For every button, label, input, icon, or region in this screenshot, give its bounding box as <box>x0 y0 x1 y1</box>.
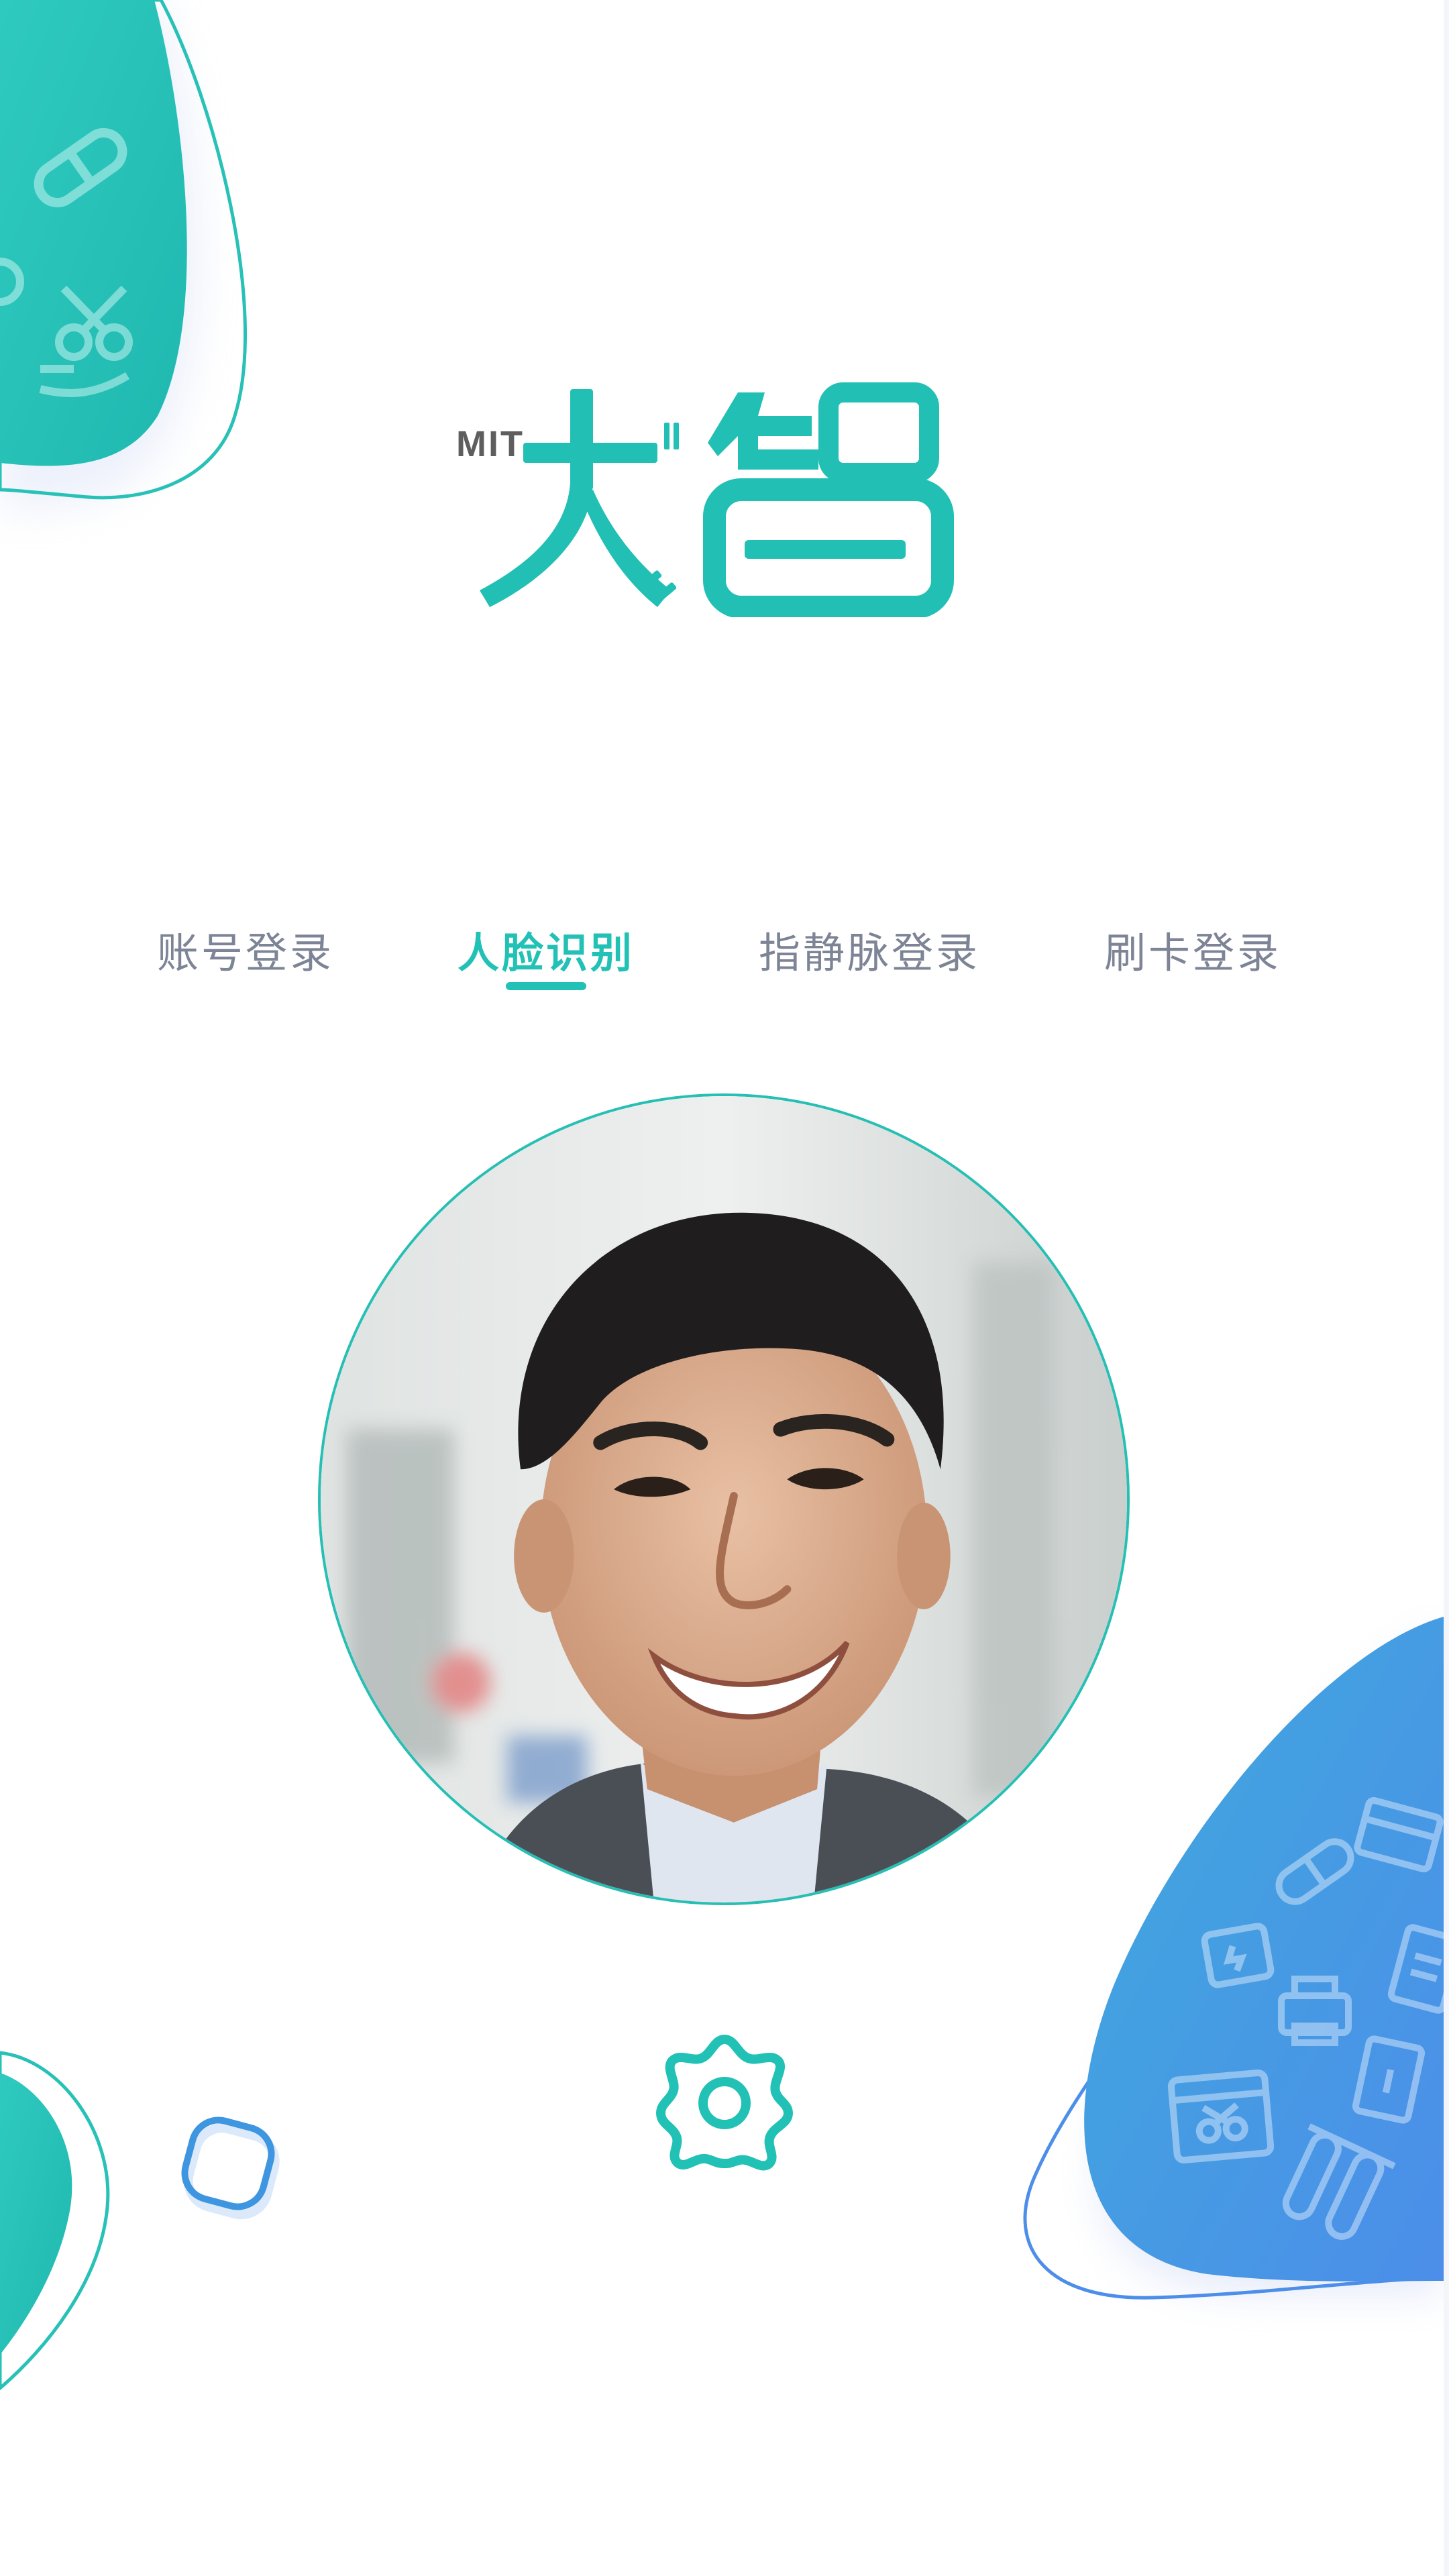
login-method-tabs: 账号登录 人脸识别 指静脉登录 刷卡登录 <box>0 912 1449 1013</box>
bottom-right-blob <box>1023 1617 1449 2300</box>
app-logo: MIT <box>443 376 966 617</box>
tab-face-recognition[interactable]: 人脸识别 <box>405 912 687 986</box>
logo-glyph-zhi <box>703 382 954 617</box>
bottom-left-blob <box>0 2051 110 2391</box>
right-edge-strip <box>1444 0 1449 2576</box>
tab-card-login[interactable]: 刷卡登录 <box>1052 912 1334 986</box>
scissors-icon <box>55 285 133 361</box>
test-tube-icon <box>1282 2123 1396 2240</box>
document-icon <box>1387 1924 1449 2014</box>
settings-button[interactable] <box>651 2026 798 2174</box>
top-left-blob <box>0 0 247 510</box>
login-screen: MIT 账号登录 人脸识别 指静脉登录 刷卡登录 <box>0 0 1449 2576</box>
capsule-icon <box>1275 1838 1354 1905</box>
tab-account-login[interactable]: 账号登录 <box>105 912 386 986</box>
rounded-square-decoration <box>181 2116 280 2220</box>
active-tab-indicator <box>506 982 586 990</box>
logo-glyph-da <box>480 389 679 607</box>
box-icon <box>1354 1796 1444 1873</box>
hand-icon <box>39 365 130 397</box>
tab-finger-vein-login[interactable]: 指静脉登录 <box>729 912 1010 986</box>
capsule-icon <box>34 127 127 208</box>
gear-icon <box>656 2035 793 2171</box>
document-icon <box>1352 2035 1426 2124</box>
battery-icon <box>1201 1923 1275 1988</box>
logo-prefix: MIT <box>456 424 525 464</box>
printer-icon <box>1278 1976 1352 2046</box>
face-camera-preview <box>318 1093 1130 1905</box>
calendar-icon <box>1167 2069 1275 2164</box>
